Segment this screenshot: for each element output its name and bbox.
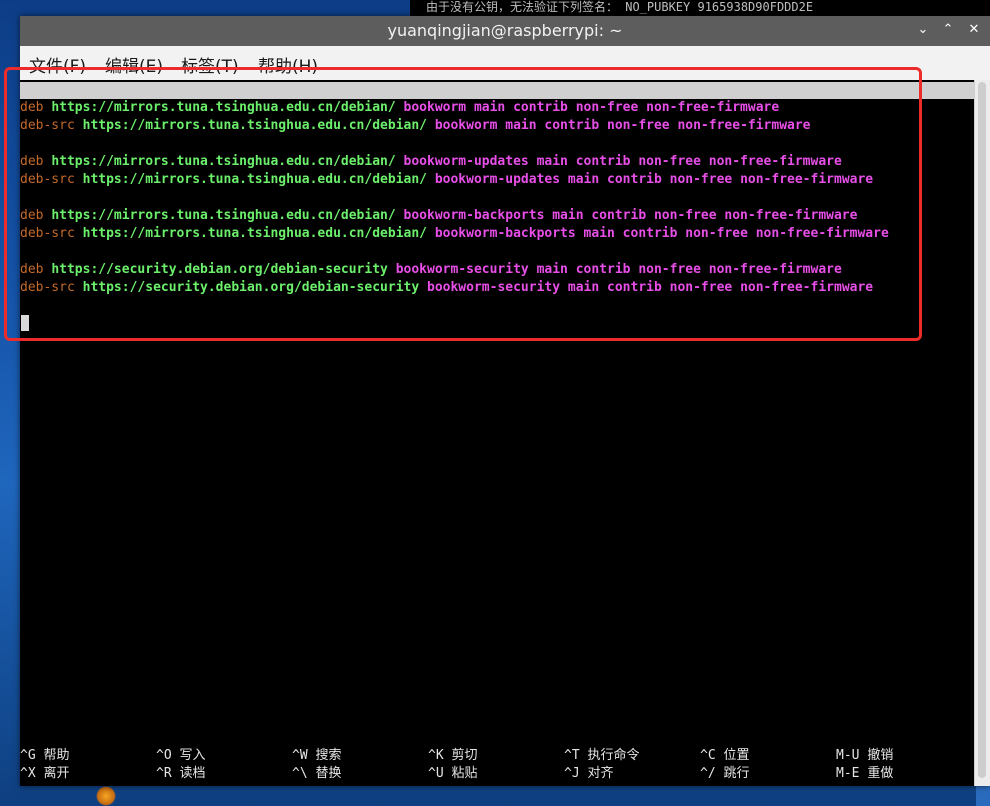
line-url: https://mirrors.tuna.tsinghua.edu.cn/deb… [51, 154, 396, 169]
shortcut-key: M-U [836, 748, 860, 763]
shortcut-help[interactable]: ^G 帮助 [20, 747, 70, 765]
line-options: bookworm-security main contrib non-free … [427, 280, 874, 295]
shortcut-label: 跳行 [723, 766, 750, 781]
nano-header-bar: GNU nano 7.2 /etc/apt/sources.list * [20, 82, 974, 132]
line-url: https://mirrors.tuna.tsinghua.edu.cn/deb… [51, 100, 396, 115]
line-type: deb [20, 154, 44, 169]
shortcut-label: 重做 [867, 766, 894, 781]
source-line: deb https://mirrors.tuna.tsinghua.edu.cn… [20, 207, 857, 225]
menu-tabs[interactable]: 标签(T) [181, 52, 239, 77]
shortcut-location[interactable]: ^C 位置 [700, 747, 750, 765]
shortcut-replace[interactable]: ^\ 替换 [292, 765, 342, 783]
shortcut-key: ^R [156, 766, 172, 781]
line-type: deb [20, 100, 44, 115]
shortcut-exit[interactable]: ^X 离开 [20, 765, 70, 783]
shortcut-execute[interactable]: ^T 执行命令 [564, 747, 640, 765]
shortcut-label: 帮助 [43, 748, 70, 763]
source-line: deb-src https://mirrors.tuna.tsinghua.ed… [20, 225, 889, 243]
line-options: bookworm-backports main contrib non-free… [434, 226, 889, 241]
shortcut-key: ^/ [700, 766, 716, 781]
terminal-window: yuanqingjian@raspberrypi: ~ ⌄ ⌃ ✕ 文件(F) … [20, 16, 990, 786]
shortcut-redo[interactable]: M-E 重做 [836, 765, 893, 783]
line-url: https://mirrors.tuna.tsinghua.edu.cn/deb… [82, 172, 427, 187]
menu-file[interactable]: 文件(F) [29, 52, 86, 77]
shortcut-label: 执行命令 [587, 748, 640, 763]
vertical-scrollbar[interactable] [974, 80, 990, 786]
line-options: bookworm-security main contrib non-free … [395, 262, 842, 277]
line-type: deb-src [20, 280, 75, 295]
shortcut-cut[interactable]: ^K 剪切 [428, 747, 478, 765]
shortcut-key: ^O [156, 748, 172, 763]
source-line: deb-src https://security.debian.org/debi… [20, 279, 873, 297]
window-title: yuanqingjian@raspberrypi: ~ [387, 21, 623, 40]
line-options: bookworm main contrib non-free non-free-… [434, 118, 811, 133]
close-button[interactable]: ✕ [964, 20, 984, 40]
line-url: https://mirrors.tuna.tsinghua.edu.cn/deb… [82, 226, 427, 241]
shortcut-paste[interactable]: ^U 粘贴 [428, 765, 478, 783]
shortcut-goto-line[interactable]: ^/ 跳行 [700, 765, 750, 783]
line-options: bookworm main contrib non-free non-free-… [403, 100, 780, 115]
shortcut-label: 粘贴 [451, 766, 478, 781]
background-terminal-text: 由于没有公钥，无法验证下列签名： NO_PUBKEY 9165938D90FDD… [410, 0, 990, 16]
source-line: deb https://mirrors.tuna.tsinghua.edu.cn… [20, 99, 779, 117]
maximize-button[interactable]: ⌃ [938, 20, 958, 40]
shortcut-label: 离开 [43, 766, 70, 781]
line-type: deb-src [20, 226, 75, 241]
line-options: bookworm-updates main contrib non-free n… [403, 154, 842, 169]
scrollbar-thumb[interactable] [978, 82, 986, 778]
shortcut-write[interactable]: ^O 写入 [156, 747, 206, 765]
shortcut-key: M-E [836, 766, 860, 781]
line-url: https://mirrors.tuna.tsinghua.edu.cn/deb… [51, 208, 396, 223]
line-type: deb-src [20, 172, 75, 187]
line-url: https://security.debian.org/debian-secur… [82, 280, 420, 295]
shortcut-key: ^J [564, 766, 580, 781]
title-bar[interactable]: yuanqingjian@raspberrypi: ~ ⌄ ⌃ ✕ [20, 16, 990, 46]
shortcut-justify[interactable]: ^J 对齐 [564, 765, 614, 783]
source-line: deb-src https://mirrors.tuna.tsinghua.ed… [20, 171, 873, 189]
source-line: deb-src https://mirrors.tuna.tsinghua.ed… [20, 117, 811, 135]
menu-edit[interactable]: 编辑(E) [105, 52, 163, 77]
line-type: deb [20, 208, 44, 223]
line-options: bookworm-backports main contrib non-free… [403, 208, 858, 223]
shortcut-key: ^K [428, 748, 444, 763]
menu-help[interactable]: 帮助(H) [258, 52, 318, 77]
line-url: https://security.debian.org/debian-secur… [51, 262, 388, 277]
source-line: deb https://security.debian.org/debian-s… [20, 261, 842, 279]
menu-bar: 文件(F) 编辑(E) 标签(T) 帮助(H) [20, 46, 990, 80]
text-cursor [21, 315, 29, 331]
shortcut-search[interactable]: ^W 搜索 [292, 747, 342, 765]
shortcut-label: 写入 [179, 748, 206, 763]
shortcut-key: ^X [20, 766, 36, 781]
line-type: deb [20, 262, 44, 277]
minimize-button[interactable]: ⌄ [913, 20, 933, 40]
shortcut-read-file[interactable]: ^R 读档 [156, 765, 206, 783]
shortcut-label: 剪切 [451, 748, 478, 763]
shortcut-label: 读档 [179, 766, 206, 781]
shortcut-label: 搜索 [315, 748, 342, 763]
shortcut-label: 撤销 [867, 748, 894, 763]
line-type: deb-src [20, 118, 75, 133]
shortcut-key: ^W [292, 748, 308, 763]
shortcut-key: ^G [20, 748, 36, 763]
shortcut-key: ^\ [292, 766, 308, 781]
shortcut-label: 对齐 [587, 766, 614, 781]
shortcut-label: 位置 [723, 748, 750, 763]
line-url: https://mirrors.tuna.tsinghua.edu.cn/deb… [82, 118, 427, 133]
shortcut-key: ^C [700, 748, 716, 763]
source-line: deb https://mirrors.tuna.tsinghua.edu.cn… [20, 153, 842, 171]
line-options: bookworm-updates main contrib non-free n… [434, 172, 874, 187]
shortcut-label: 替换 [315, 766, 342, 781]
shortcut-key: ^T [564, 748, 580, 763]
shortcut-undo[interactable]: M-U 撤销 [836, 747, 893, 765]
desktop-decoration [96, 786, 116, 806]
shortcut-key: ^U [428, 766, 444, 781]
terminal-area[interactable]: GNU nano 7.2 /etc/apt/sources.list * deb… [20, 80, 974, 786]
